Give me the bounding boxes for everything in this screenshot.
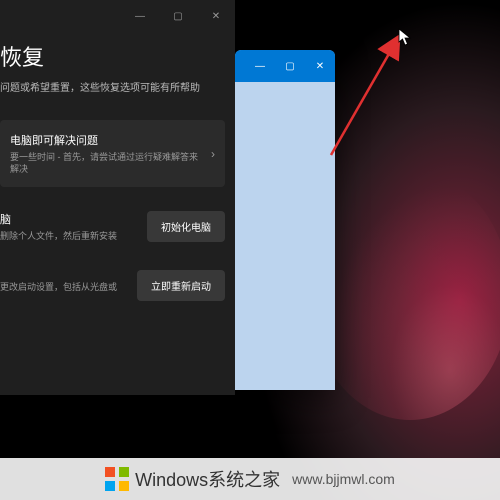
reset-pc-text: 脑 删除个人文件，然后重新安装 xyxy=(0,211,147,242)
reset-pc-row: 脑 删除个人文件，然后重新安装 初始化电脑 xyxy=(0,197,235,256)
secondary-window[interactable]: — ▢ ✕ xyxy=(235,50,335,390)
advanced-startup-text: 更改启动设置，包括从光盘或 xyxy=(0,278,137,293)
fix-problems-card[interactable]: 电脑即可解决问题 要一些时间 - 首先，请尝试通过运行疑难解答来解决 › xyxy=(0,120,225,187)
reset-pc-title: 脑 xyxy=(0,211,139,227)
close-button[interactable]: ✕ xyxy=(197,0,235,32)
watermark-url: www.bjjmwl.com xyxy=(292,471,395,487)
recovery-content: 恢复 问题或希望重置，这些恢复选项可能有所帮助 电脑即可解决问题 要一些时间 -… xyxy=(0,32,235,315)
close-button[interactable]: ✕ xyxy=(305,50,335,82)
reset-pc-button[interactable]: 初始化电脑 xyxy=(147,211,225,242)
watermark: Windows系统之家 www.bjjmwl.com xyxy=(0,458,500,500)
fix-problems-desc: 要一些时间 - 首先，请尝试通过运行疑难解答来解决 xyxy=(10,151,203,175)
watermark-brand: Windows系统之家 xyxy=(135,466,280,492)
settings-recovery-window: — ▢ ✕ 恢复 问题或希望重置，这些恢复选项可能有所帮助 电脑即可解决问题 要… xyxy=(0,0,235,395)
chevron-right-icon: › xyxy=(211,147,215,161)
page-title: 恢复 xyxy=(0,40,219,72)
restart-now-button[interactable]: 立即重新启动 xyxy=(137,270,225,301)
windows-logo-icon xyxy=(105,467,129,491)
advanced-startup-row: 更改启动设置，包括从光盘或 立即重新启动 xyxy=(0,256,235,315)
cursor-icon xyxy=(398,28,412,46)
desktop-glow xyxy=(310,170,500,420)
fix-problems-text: 电脑即可解决问题 要一些时间 - 首先，请尝试通过运行疑难解答来解决 xyxy=(10,132,211,175)
secondary-window-titlebar[interactable]: — ▢ ✕ xyxy=(235,50,335,82)
reset-pc-desc: 删除个人文件，然后重新安装 xyxy=(0,230,139,242)
maximize-button[interactable]: ▢ xyxy=(159,0,197,32)
maximize-button[interactable]: ▢ xyxy=(275,50,305,82)
minimize-button[interactable]: — xyxy=(245,50,275,82)
minimize-button[interactable]: — xyxy=(121,0,159,32)
fix-problems-title: 电脑即可解决问题 xyxy=(10,132,203,148)
page-subtitle: 问题或希望重置，这些恢复选项可能有所帮助 xyxy=(0,82,219,96)
advanced-startup-desc: 更改启动设置，包括从光盘或 xyxy=(0,281,129,293)
settings-titlebar[interactable]: — ▢ ✕ xyxy=(0,0,235,32)
